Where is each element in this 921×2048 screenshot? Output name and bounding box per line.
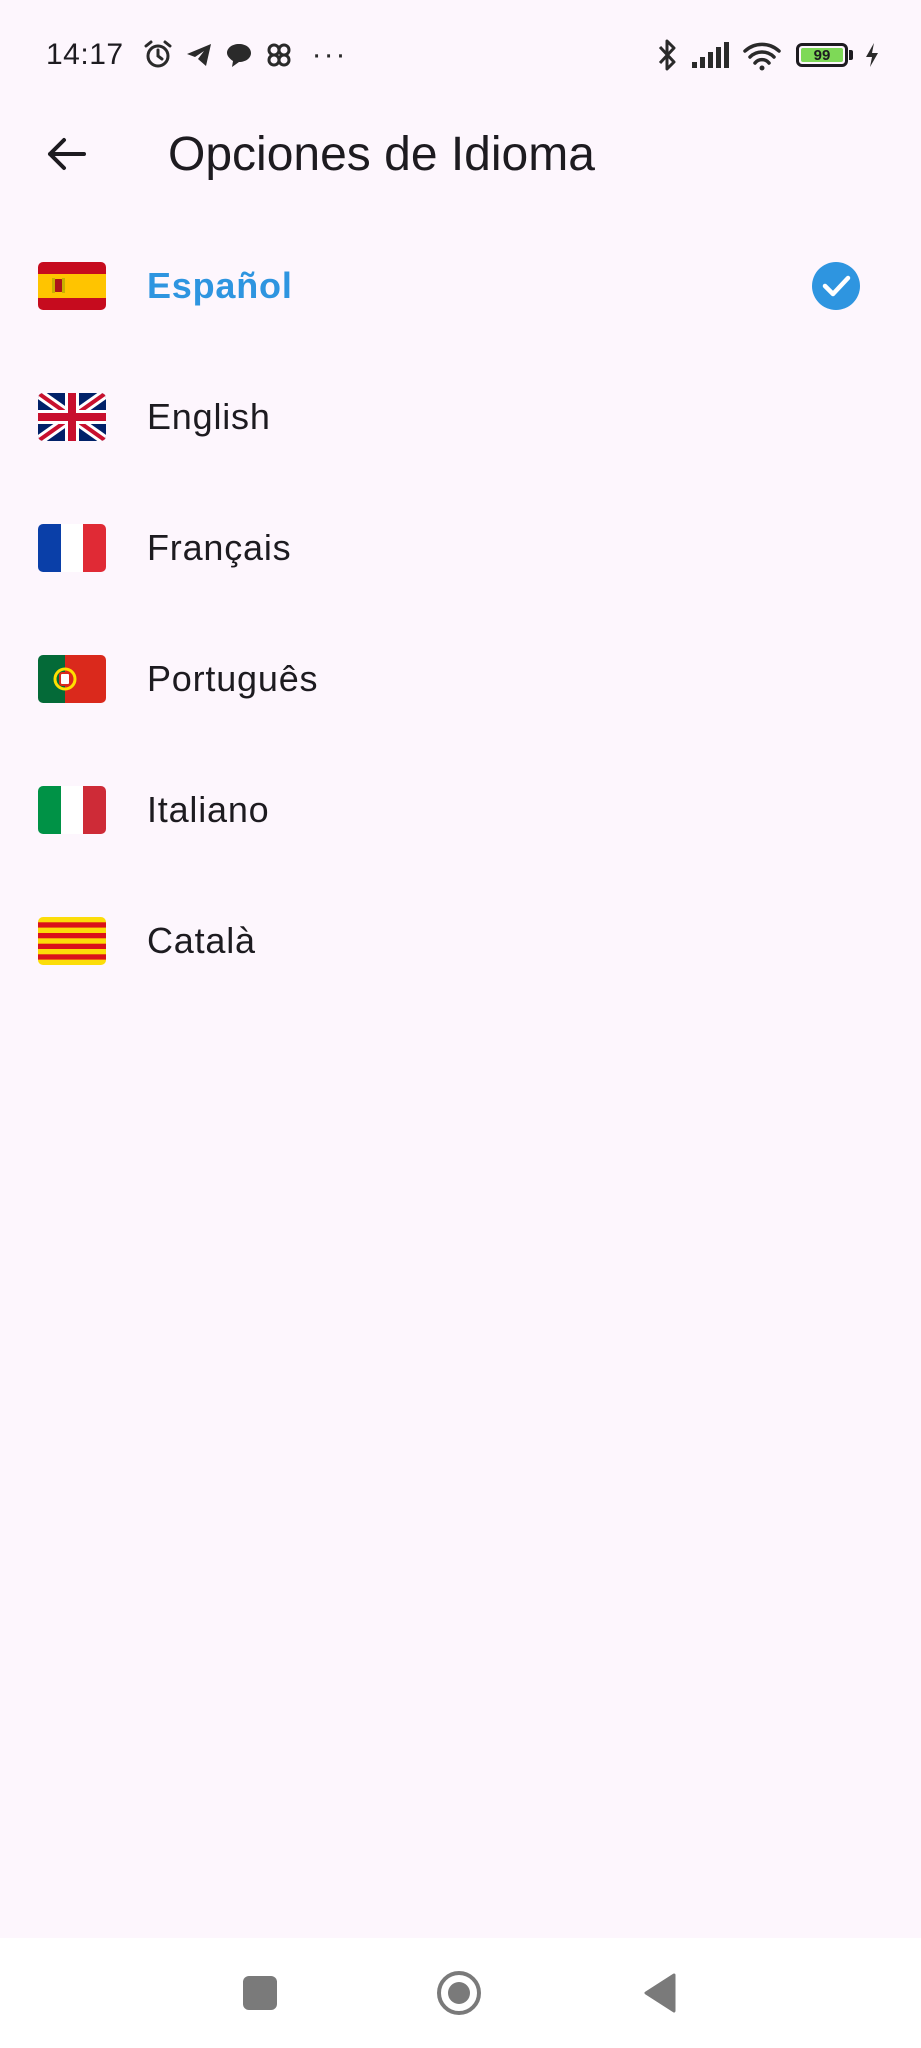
language-label: Français bbox=[147, 526, 292, 568]
battery-level: 99 bbox=[801, 47, 843, 64]
language-item-spanish[interactable]: Español bbox=[0, 220, 921, 351]
home-circle-icon[interactable] bbox=[436, 1970, 482, 2016]
language-list: Español English Français Português Itali… bbox=[0, 220, 921, 1006]
france-flag-icon bbox=[38, 523, 106, 572]
language-label: Português bbox=[147, 657, 319, 699]
charging-icon bbox=[863, 41, 881, 69]
status-bar-right: 99 bbox=[644, 38, 881, 72]
app-bar: Opciones de Idioma bbox=[0, 110, 921, 198]
page-title: Opciones de Idioma bbox=[168, 127, 595, 181]
language-options-screen: 14:17 ··· 99 Opciones de Idioma Español … bbox=[0, 0, 921, 2048]
bluetooth-icon bbox=[654, 38, 680, 72]
battery-body: 99 bbox=[796, 43, 848, 67]
check-circle-icon bbox=[812, 261, 860, 310]
status-bar: 14:17 ··· 99 bbox=[0, 0, 921, 110]
language-item-french[interactable]: Français bbox=[0, 482, 921, 613]
language-label: Català bbox=[147, 919, 256, 961]
status-time: 14:17 bbox=[46, 38, 124, 71]
battery-icon: 99 bbox=[796, 43, 853, 67]
portugal-flag-icon bbox=[38, 654, 106, 703]
back-button[interactable] bbox=[22, 110, 110, 198]
italy-flag-icon bbox=[38, 785, 106, 834]
uk-flag-icon bbox=[38, 392, 106, 441]
more-notifications-indicator: ··· bbox=[311, 38, 348, 71]
language-label: Italiano bbox=[147, 788, 270, 830]
chat-icon bbox=[224, 40, 254, 70]
language-item-catalan[interactable]: Català bbox=[0, 875, 921, 1006]
back-triangle-icon[interactable] bbox=[640, 1970, 680, 2016]
language-label: English bbox=[147, 395, 271, 437]
battery-tip bbox=[849, 50, 853, 60]
wifi-icon bbox=[742, 39, 782, 71]
system-navigation-bar bbox=[0, 1938, 921, 2048]
spain-flag-icon bbox=[38, 261, 106, 310]
signal-icon bbox=[690, 40, 732, 70]
alarm-icon bbox=[142, 39, 174, 71]
recents-square-icon[interactable] bbox=[240, 1970, 280, 2016]
telegram-icon bbox=[184, 40, 214, 70]
language-item-italian[interactable]: Italiano bbox=[0, 744, 921, 875]
arrow-left-icon bbox=[48, 138, 86, 170]
pinwheel-icon bbox=[264, 40, 294, 70]
language-label: Español bbox=[147, 264, 293, 306]
language-item-english[interactable]: English bbox=[0, 351, 921, 482]
status-bar-left: 14:17 ··· bbox=[46, 38, 348, 72]
language-item-portuguese[interactable]: Português bbox=[0, 613, 921, 744]
catalonia-flag-icon bbox=[38, 916, 106, 965]
